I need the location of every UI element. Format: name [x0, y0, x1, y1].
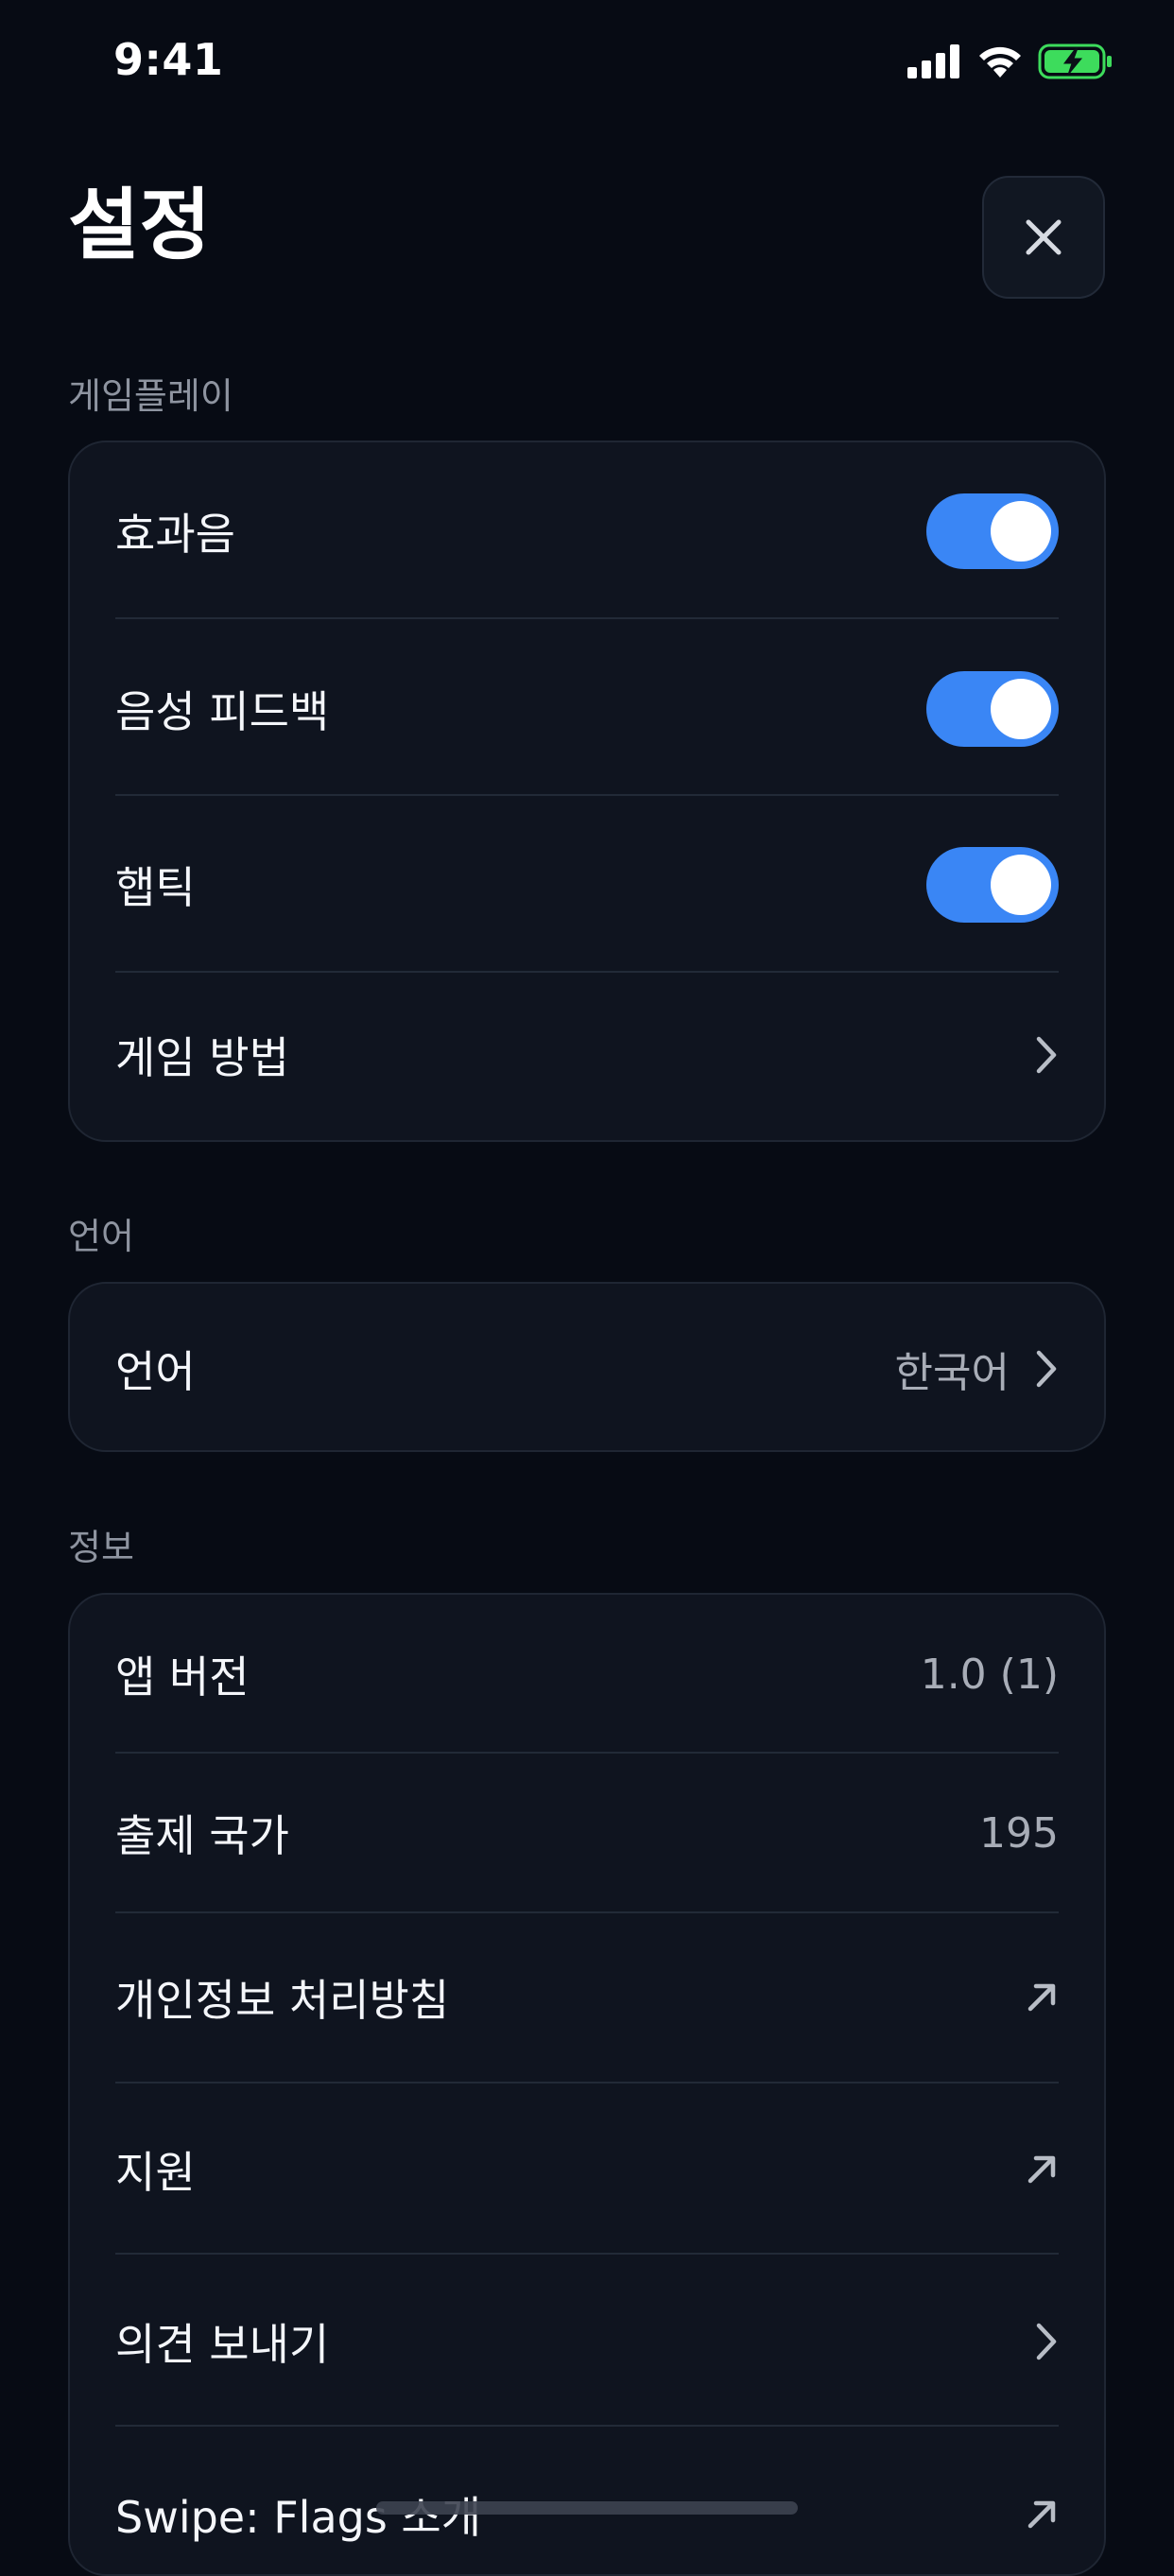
row-label: 햅틱	[115, 862, 196, 913]
language-value: 한국어	[894, 1349, 1010, 1397]
row-label: 효과음	[115, 509, 235, 560]
divider	[115, 2082, 1059, 2083]
send-feedback-row[interactable]: 의견 보내기	[115, 2296, 1059, 2387]
divider	[115, 1752, 1059, 1754]
row-label: 의견 보내기	[115, 2319, 330, 2370]
row-label: 음성 피드백	[115, 686, 330, 737]
voice-feedback-toggle[interactable]	[926, 671, 1059, 747]
voice-feedback-row[interactable]: 음성 피드백	[115, 664, 1059, 754]
chevron-right-icon	[1036, 2323, 1057, 2360]
question-countries-value: 195	[979, 1808, 1059, 1858]
language-card: 언어 한국어	[68, 1282, 1106, 1452]
toggle-knob	[991, 679, 1051, 739]
signal-icon	[907, 44, 959, 78]
info-card: 앱 버전 1.0 (1) 출제 국가 195 개인정보 처리방침 지원 의견 보…	[68, 1593, 1106, 2576]
app-version-value: 1.0 (1)	[920, 1650, 1059, 1699]
question-countries-row: 출제 국가 195	[115, 1788, 1059, 1878]
row-label: 게임 방법	[115, 1032, 289, 1083]
external-link-icon	[1027, 2155, 1056, 2184]
section-label-language: 언어	[68, 1216, 134, 1257]
haptics-toggle[interactable]	[926, 847, 1059, 923]
privacy-policy-row[interactable]: 개인정보 처리방침	[115, 1952, 1059, 2043]
divider	[115, 971, 1059, 973]
about-row[interactable]: Swipe: Flags 소개	[115, 2469, 1059, 2560]
gameplay-card: 효과음 음성 피드백 햅틱 게임 방법	[68, 441, 1106, 1142]
sound-effects-row[interactable]: 효과음	[115, 486, 1059, 577]
language-row[interactable]: 언어 한국어	[115, 1323, 1059, 1414]
toggle-knob	[991, 501, 1051, 562]
chevron-right-icon	[1036, 1036, 1057, 1074]
row-label: Swipe: Flags 소개	[115, 2492, 482, 2543]
wifi-icon	[979, 46, 1021, 78]
page-title: 설정	[68, 181, 211, 270]
row-label: 언어	[115, 1346, 196, 1397]
row-label: 앱 버전	[115, 1651, 250, 1703]
section-label-info: 정보	[68, 1527, 134, 1568]
haptics-row[interactable]: 햅틱	[115, 839, 1059, 930]
row-right: 한국어	[895, 1339, 1059, 1399]
divider	[115, 617, 1059, 619]
divider	[115, 2425, 1059, 2427]
home-indicator[interactable]	[376, 2501, 798, 2515]
divider	[115, 794, 1059, 796]
status-icons	[907, 42, 1114, 81]
external-link-icon	[1027, 2500, 1056, 2529]
close-button[interactable]	[982, 176, 1105, 299]
sound-effects-toggle[interactable]	[926, 493, 1059, 569]
toggle-knob	[991, 855, 1051, 915]
support-row[interactable]: 지원	[115, 2124, 1059, 2215]
row-label: 개인정보 처리방침	[115, 1975, 450, 2026]
divider	[115, 1911, 1059, 1913]
external-link-icon	[1027, 1983, 1056, 2012]
how-to-play-row[interactable]: 게임 방법	[115, 1010, 1059, 1100]
app-version-row: 앱 버전 1.0 (1)	[115, 1629, 1059, 1720]
divider	[115, 2253, 1059, 2255]
status-time: 9:41	[113, 34, 224, 85]
row-label: 지원	[115, 2147, 196, 2198]
row-label: 출제 국가	[115, 1810, 289, 1861]
battery-icon	[1038, 43, 1112, 79]
status-bar: 9:41	[0, 0, 1174, 132]
section-label-gameplay: 게임플레이	[68, 375, 233, 417]
chevron-right-icon	[1036, 1350, 1057, 1388]
close-icon	[1026, 219, 1062, 255]
